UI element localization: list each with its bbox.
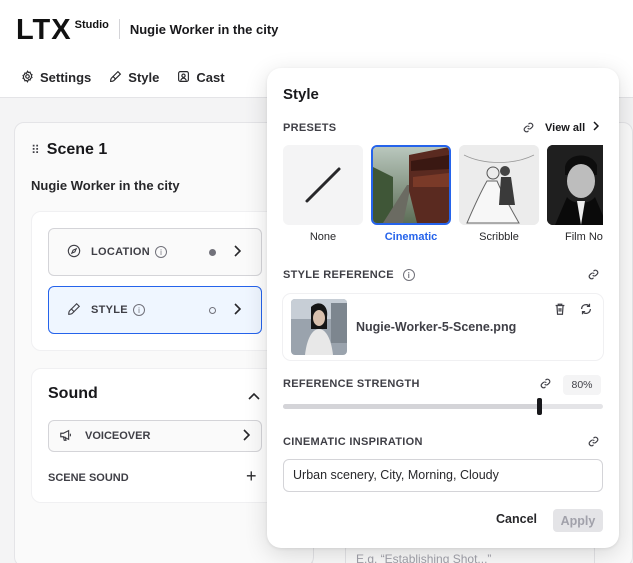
megaphone-icon	[59, 428, 73, 445]
view-all-label: View all	[545, 121, 586, 134]
info-icon[interactable]: i	[132, 304, 145, 316]
reference-strength-slider[interactable]	[283, 398, 603, 415]
status-dot-empty	[209, 307, 216, 314]
scene-sound-label: SCENE SOUND	[48, 472, 129, 484]
logo-mark: LTX	[16, 14, 72, 46]
tab-settings[interactable]: Settings	[21, 69, 92, 86]
scene-subtitle: Nugie Worker in the city	[31, 178, 180, 193]
preset-none-thumb	[283, 145, 363, 225]
reference-thumbnail	[291, 299, 347, 355]
style-reference-label-row: STYLE REFERENCE i	[283, 269, 415, 281]
link-icon[interactable]	[587, 268, 600, 284]
tab-settings-label: Settings	[40, 70, 92, 85]
slash-icon	[305, 167, 341, 203]
sound-card: Sound VOICEOVER SCENE SOUND +	[31, 368, 293, 503]
logo-studio-text: Studio	[74, 19, 109, 31]
add-scene-sound-button[interactable]: +	[246, 466, 257, 487]
compass-icon	[67, 244, 81, 261]
divider	[118, 19, 120, 39]
chevron-right-icon	[233, 244, 242, 260]
drag-handle-icon[interactable]: ⠿	[31, 143, 40, 157]
top-bar: LTX Studio Nugie Worker in the city	[0, 0, 633, 58]
tab-cast-label: Cast	[196, 70, 225, 85]
reference-file-name: Nugie-Worker-5-Scene.png	[356, 320, 517, 334]
preset-film-noir[interactable]: Film Noir	[547, 145, 603, 243]
preset-name: Scribble	[479, 231, 519, 243]
chevron-right-icon	[233, 302, 242, 318]
preset-scribble-thumb	[459, 145, 539, 225]
scene-settings-card: LOCATION i STYLE i	[31, 211, 293, 351]
reference-strength-value: 80%	[563, 375, 601, 395]
sketch-image	[459, 145, 539, 225]
chevron-up-icon[interactable]	[248, 387, 260, 403]
link-icon[interactable]	[539, 377, 552, 393]
preset-film-noir-thumb	[547, 145, 603, 225]
cinematic-inspiration-label: CINEMATIC INSPIRATION	[283, 436, 423, 448]
brush-icon	[67, 302, 81, 319]
style-popover: Style PRESETS View all None Cinematic Sc…	[267, 68, 619, 548]
gear-icon	[21, 69, 34, 86]
voiceover-label: VOICEOVER	[85, 430, 151, 442]
location-label: LOCATION	[91, 246, 151, 258]
slider-handle[interactable]	[537, 398, 542, 415]
preset-none[interactable]: None	[283, 145, 363, 243]
chevron-right-icon	[593, 121, 600, 134]
brush-icon	[109, 70, 122, 86]
preset-name: None	[309, 231, 337, 243]
ltx-studio-logo[interactable]: LTX Studio	[16, 14, 109, 46]
noir-image	[547, 145, 603, 225]
preset-carousel: None Cinematic Scribble Film No	[283, 145, 603, 245]
info-icon[interactable]: i	[155, 246, 168, 258]
view-all-link[interactable]: View all	[545, 121, 600, 134]
reference-strength-label: REFERENCE STRENGTH	[283, 378, 420, 390]
cancel-button[interactable]: Cancel	[496, 512, 537, 526]
link-icon[interactable]	[587, 435, 600, 451]
style-button[interactable]: STYLE i	[48, 286, 262, 334]
project-title[interactable]: Nugie Worker in the city	[130, 22, 279, 37]
train-image	[373, 147, 449, 223]
preset-cinematic[interactable]: Cinematic	[371, 145, 451, 243]
replace-image-icon[interactable]	[579, 302, 593, 319]
reference-image	[291, 299, 347, 355]
style-label: STYLE	[91, 304, 128, 316]
chevron-right-icon	[242, 428, 251, 444]
tab-cast[interactable]: Cast	[177, 70, 225, 86]
cinematic-inspiration-input[interactable]: Urban scenery, City, Morning, Cloudy	[283, 459, 603, 492]
preset-scribble[interactable]: Scribble	[459, 145, 539, 243]
location-button[interactable]: LOCATION i	[48, 228, 262, 276]
info-icon[interactable]: i	[402, 269, 415, 281]
status-dot	[209, 249, 216, 256]
tab-style-label: Style	[128, 70, 160, 85]
scene-title: Scene 1	[46, 141, 108, 158]
slider-fill	[283, 404, 539, 409]
style-reference-label: STYLE REFERENCE	[283, 269, 394, 281]
trash-icon[interactable]	[553, 302, 567, 319]
sound-title: Sound	[48, 385, 98, 402]
link-icon[interactable]	[522, 121, 535, 137]
person-card-icon	[177, 70, 190, 86]
reference-actions	[553, 302, 593, 319]
preset-cinematic-thumb	[371, 145, 451, 225]
preset-name: Film Noir	[565, 231, 603, 243]
presets-label: PRESETS	[283, 122, 337, 134]
preset-name: Cinematic	[384, 231, 438, 243]
voiceover-button[interactable]: VOICEOVER	[48, 420, 262, 452]
scene-header: ⠿ Scene 1	[31, 141, 107, 159]
style-reference-card: Nugie-Worker-5-Scene.png	[283, 294, 603, 360]
apply-button[interactable]: Apply	[553, 509, 603, 532]
tab-style[interactable]: Style	[109, 70, 159, 86]
popover-title: Style	[283, 86, 319, 103]
